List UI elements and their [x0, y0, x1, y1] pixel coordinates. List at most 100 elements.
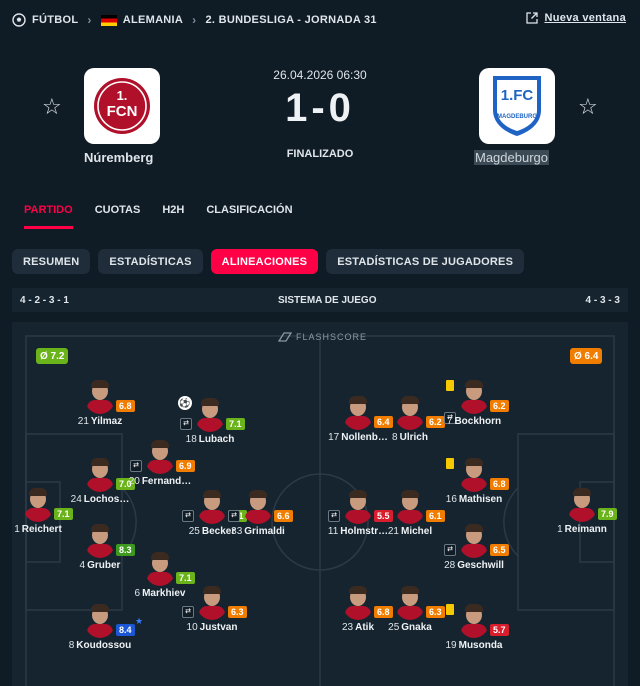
player-name: 20 Fernand… [118, 476, 202, 487]
player-photo [458, 602, 490, 638]
player-photo [22, 486, 54, 522]
player-photo [84, 522, 116, 558]
favorite-away-star-icon[interactable]: ☆ [578, 94, 598, 120]
pill-resumen[interactable]: RESUMEN [12, 249, 91, 274]
away-team-name[interactable]: Magdeburgo [474, 150, 549, 165]
soccer-ball-icon [12, 13, 26, 27]
svg-text:MAGDEBURG: MAGDEBURG [497, 114, 537, 120]
player-card[interactable]: 6.5 ⇄ 28 Geschwill [432, 522, 516, 580]
substitution-icon: ⇄ [182, 606, 194, 618]
player-number: 18 [185, 434, 197, 445]
player-name-label: Justvan [199, 622, 238, 633]
chevron-right-icon: › [192, 13, 197, 27]
breadcrumb-sport-label: FÚTBOL [32, 14, 79, 26]
yellow-card-icon [446, 604, 454, 615]
substitution-icon: ⇄ [444, 544, 456, 556]
player-number: 10 [186, 622, 198, 633]
player-number: 28 [444, 560, 456, 571]
player-rating: 7.1 [176, 572, 195, 584]
player-name: 7 Bockhorn [432, 416, 516, 427]
tab-h2h[interactable]: H2H [162, 204, 184, 229]
player-card[interactable]: 6.6 ⇄ 33 Grimaldi [216, 488, 300, 546]
player-card[interactable]: 8.4 ★ 8 Koudossou [58, 602, 144, 660]
substitution-icon: ⇄ [228, 510, 240, 522]
player-number: 16 [445, 494, 457, 505]
player-number: 21 [387, 526, 399, 537]
svg-text:1.FC: 1.FC [501, 87, 534, 104]
tab-partido[interactable]: PARTIDO [24, 204, 73, 229]
yellow-card-icon [446, 458, 454, 469]
player-name-label: Geschwill [457, 560, 504, 571]
new-window-link[interactable]: Nueva ventana [526, 12, 626, 24]
player-rating: 6.8 [116, 400, 135, 412]
player-number: 1 [557, 524, 563, 535]
player-rating: 7.1 [226, 418, 245, 430]
player-card[interactable]: 5.7 19 Musonda [432, 602, 516, 660]
subtabs: RESUMEN ESTADÍSTICAS ALINEACIONES ESTADÍ… [12, 249, 525, 274]
player-photo [242, 488, 274, 524]
player-card[interactable]: 6.2 ⇄ 7 Bockhorn [432, 378, 516, 436]
pill-estadisticas-jugadores[interactable]: ESTADÍSTICAS DE JUGADORES [326, 249, 525, 274]
tab-cuotas[interactable]: CUOTAS [95, 204, 141, 229]
substitution-icon: ⇄ [182, 510, 194, 522]
pill-alineaciones[interactable]: ALINEACIONES [210, 249, 319, 274]
home-formation: 4 - 2 - 3 - 1 [20, 294, 69, 306]
star-icon: ★ [135, 616, 144, 626]
player-name-label: Gnaka [401, 622, 432, 633]
germany-flag-icon [100, 14, 117, 26]
player-photo [566, 486, 598, 522]
breadcrumb-country[interactable]: ALEMANIA [100, 14, 184, 26]
breadcrumb-sport[interactable]: FÚTBOL [12, 13, 78, 27]
substitution-icon: ⇄ [328, 510, 340, 522]
player-rating: 5.7 [490, 624, 509, 636]
match-header: ☆ 1. FCN Núremberg 26.04.2026 06:30 1-0 … [0, 58, 640, 178]
player-card[interactable]: 7.9 1 Reimann [540, 486, 624, 544]
chevron-right-icon: › [87, 13, 92, 27]
player-name: 1 Reimann [540, 524, 624, 535]
player-photo [196, 584, 228, 620]
player-photo [394, 584, 426, 620]
player-number: 24 [70, 494, 82, 505]
breadcrumb-country-label: ALEMANIA [122, 14, 184, 26]
pill-estadisticas[interactable]: ESTADÍSTICAS [98, 249, 203, 274]
player-name-label: Koudossou [76, 640, 132, 651]
player-rating: 8.4 [116, 624, 135, 636]
player-name: 8 Koudossou [58, 640, 142, 651]
player-name: 33 Grimaldi [216, 526, 300, 537]
player-name-label: Gruber [87, 560, 121, 571]
player-number: 8 [68, 640, 75, 651]
player-number: 21 [77, 416, 89, 427]
tab-clasificacion[interactable]: CLASIFICACIÓN [206, 204, 292, 229]
player-name: 16 Mathisen [432, 494, 516, 505]
player-photo [84, 456, 116, 492]
player-number: 20 [128, 476, 140, 487]
player-card[interactable]: 6.3 ⇄ 10 Justvan [170, 584, 254, 642]
player-card[interactable]: 7.1 ⚽ ⇄ 18 Lubach [168, 396, 252, 454]
player-card[interactable]: 6.8 21 Yilmaz [58, 378, 142, 436]
breadcrumb-league[interactable]: 2. BUNDESLIGA - JORNADA 31 [205, 14, 376, 26]
player-rating: 6.8 [490, 478, 509, 490]
away-team-logo[interactable]: 1.FC MAGDEBURG [479, 68, 555, 144]
player-photo [144, 550, 176, 586]
player-photo [458, 522, 490, 558]
flashscore-logo-icon [278, 332, 292, 342]
player-name-label: Yilmaz [90, 416, 123, 427]
player-name: 21 Yilmaz [58, 416, 142, 427]
breadcrumb: FÚTBOL › ALEMANIA › 2. BUNDESLIGA - JORN… [0, 0, 640, 40]
player-rating: 6.2 [490, 400, 509, 412]
new-window-label: Nueva ventana [544, 12, 626, 24]
player-rating: 6.5 [490, 544, 509, 556]
player-name: 18 Lubach [168, 434, 252, 445]
player-number: 1 [14, 524, 20, 535]
player-name: 19 Musonda [432, 640, 516, 651]
player-photo [84, 602, 116, 638]
player-name-label: Grimaldi [244, 526, 285, 537]
formation-label: SISTEMA DE JUEGO [277, 294, 377, 306]
player-name-label: Fernand… [141, 476, 192, 487]
home-average-rating: Ø 7.2 [36, 348, 69, 364]
player-number: 4 [79, 560, 86, 571]
player-card[interactable]: 6.8 16 Mathisen [432, 456, 516, 514]
player-number: 23 [341, 622, 354, 633]
player-photo [458, 456, 490, 492]
player-name: 28 Geschwill [432, 560, 516, 571]
